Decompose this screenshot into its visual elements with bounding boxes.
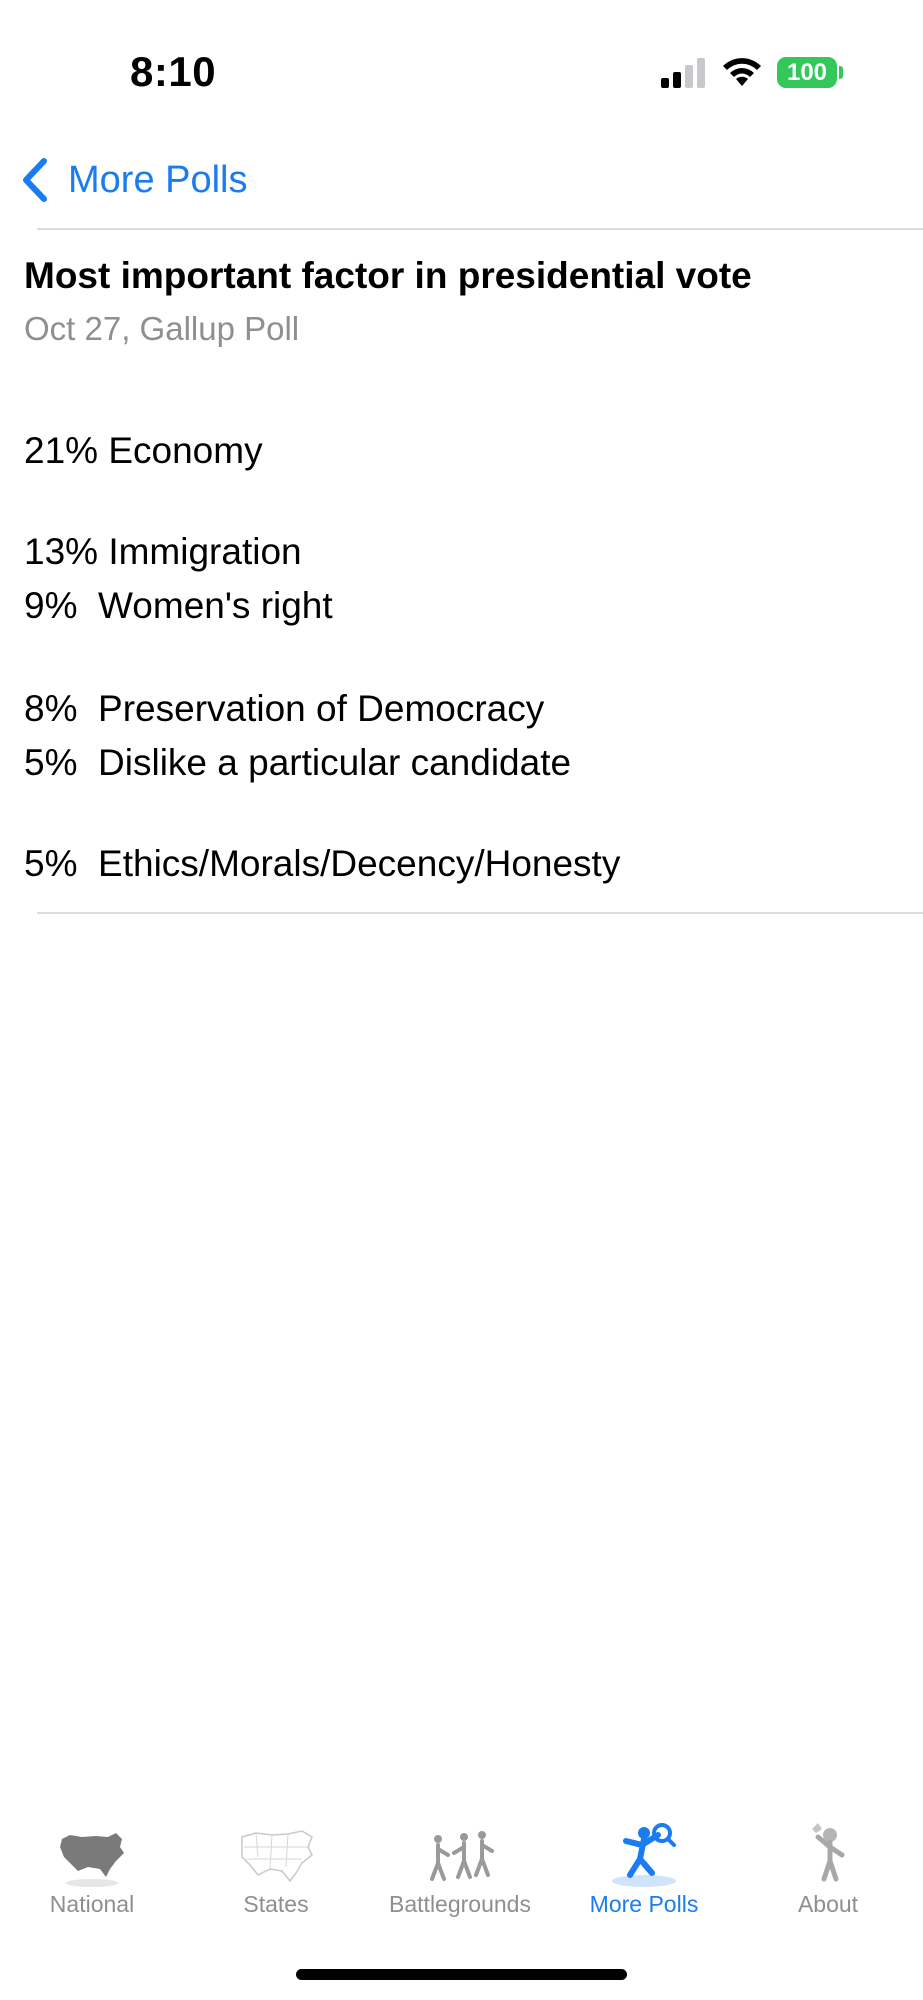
divider — [37, 912, 923, 914]
states-map-icon — [241, 1830, 313, 1883]
tab-about[interactable]: About — [736, 1805, 920, 1935]
battery-level: 100 — [777, 57, 837, 88]
battery-icon: 100 — [777, 57, 843, 88]
chevron-left-icon — [23, 158, 47, 202]
tab-more-polls[interactable]: More Polls — [552, 1805, 736, 1935]
tab-label: Battlegrounds — [389, 1891, 531, 1917]
back-button[interactable]: More Polls — [20, 150, 248, 210]
tab-label: States — [243, 1891, 309, 1917]
battery-cap — [839, 66, 843, 79]
poll-item: 8% Preservation of Democracy — [24, 688, 545, 729]
divider — [37, 228, 923, 230]
wifi-icon — [723, 58, 761, 86]
poll-item: 13% Immigration — [24, 531, 302, 572]
status-bar: 8:10 100 — [0, 0, 923, 110]
tab-bar: National States Battlegrounds More Polls… — [0, 1805, 923, 1935]
poll-item: 21% Economy — [24, 430, 263, 471]
tab-label: About — [797, 1891, 859, 1917]
more-polls-icon — [612, 1823, 676, 1887]
battlegrounds-icon — [430, 1831, 494, 1881]
poll-title: Most important factor in presidential vo… — [24, 255, 752, 296]
us-map-icon — [60, 1833, 124, 1887]
tab-label: National — [49, 1891, 135, 1917]
poll-item: 9% Women's right — [24, 585, 333, 626]
tab-battlegrounds[interactable]: Battlegrounds — [368, 1805, 552, 1935]
poll-item: 5% Ethics/Morals/Decency/Honesty — [24, 843, 621, 884]
status-time: 8:10 — [130, 48, 217, 95]
home-indicator[interactable] — [296, 1969, 627, 1980]
poll-item: 5% Dislike a particular candidate — [24, 742, 572, 783]
tab-states[interactable]: States — [184, 1805, 368, 1935]
tab-label: More Polls — [589, 1891, 699, 1917]
signal-icon — [661, 58, 705, 88]
tab-national[interactable]: National — [0, 1805, 184, 1935]
poll-subtitle: Oct 27, Gallup Poll — [24, 310, 300, 347]
back-button-label: More Polls — [68, 158, 248, 201]
about-icon — [812, 1823, 845, 1882]
